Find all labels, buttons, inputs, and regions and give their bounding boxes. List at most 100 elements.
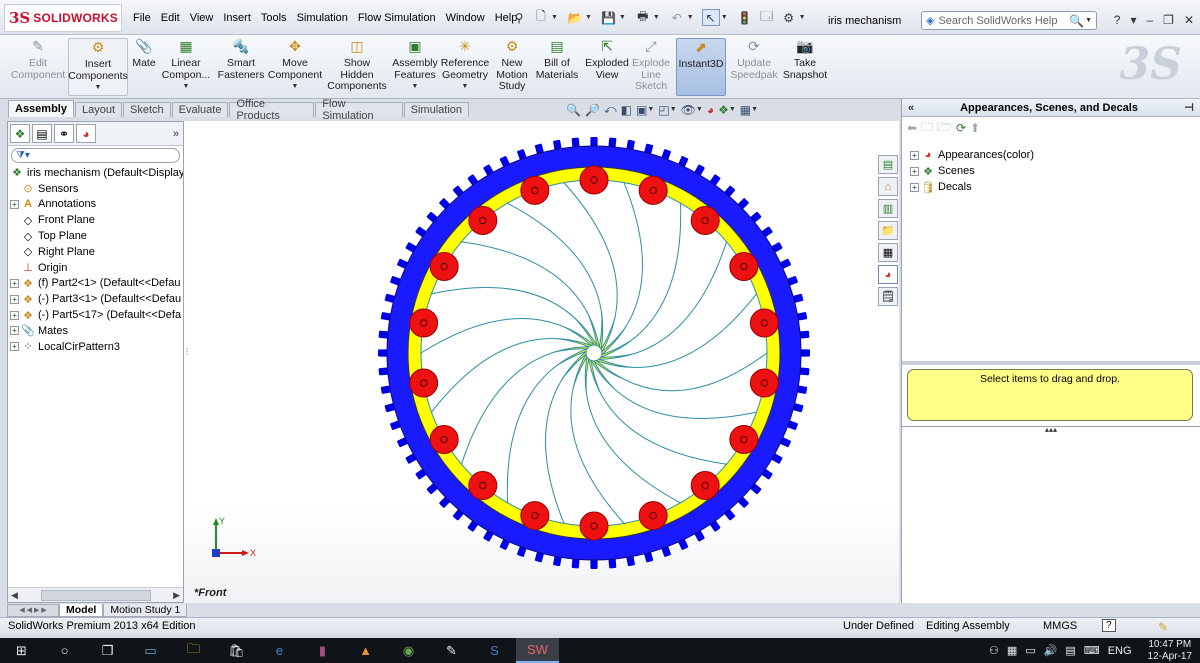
keyboard-icon[interactable]: ⌨ (1084, 644, 1100, 657)
new-motion-study-button[interactable]: ⚙ New Motion Study (494, 38, 530, 96)
expand-icon[interactable]: + (10, 278, 19, 288)
close-icon[interactable]: ✕ (1184, 13, 1194, 27)
drag-drop-area[interactable]: Select items to drag and drop. (907, 369, 1193, 421)
quick-tips-button[interactable]: ? (1102, 619, 1116, 632)
chevron-down-icon[interactable]: ▼ (799, 14, 806, 21)
expand-icon[interactable]: + (10, 342, 19, 352)
solidworks-taskbar-icon[interactable]: SW (516, 638, 559, 663)
tree-item-origin[interactable]: ⊥ Origin (10, 260, 183, 276)
display-manager-tab-icon[interactable]: ◕ (76, 124, 96, 143)
vlc-icon[interactable]: ▲ (344, 638, 387, 663)
tab-assembly[interactable]: Assembly (8, 100, 74, 117)
pin-icon[interactable]: ⚲ (510, 9, 528, 26)
chevron-down-icon[interactable]: ▼ (462, 81, 469, 93)
chevron-down-icon[interactable]: ▼ (1085, 17, 1092, 24)
more-tabs-icon[interactable]: » (173, 128, 179, 140)
tab-motion-study-1[interactable]: Motion Study 1 (103, 603, 188, 617)
tree-item-appearances[interactable]: + ◕ Appearances(color) (910, 147, 1200, 163)
tree-item-top-plane[interactable]: ◇ Top Plane (10, 228, 183, 244)
media-app-icon[interactable]: ▮ (301, 638, 344, 663)
appearances-tab-icon[interactable]: ◕ (878, 265, 898, 284)
tab-evaluate[interactable]: Evaluate (171, 102, 229, 117)
menu-edit[interactable]: Edit (156, 10, 185, 26)
iris-mechanism-model[interactable] (184, 121, 899, 603)
configuration-manager-tab-icon[interactable]: ⚭ (54, 124, 74, 143)
tree-item-front-plane[interactable]: ◇ Front Plane (10, 212, 183, 228)
file-properties-icon[interactable]: 🗔 (758, 9, 776, 26)
chevron-down-icon[interactable]: ▼ (647, 106, 654, 113)
design-library-icon[interactable]: ▥ (878, 199, 898, 218)
file-explorer-icon[interactable]: 📁 (878, 221, 898, 240)
chrome-icon[interactable]: ◉ (387, 638, 430, 663)
refresh-icon[interactable]: ⟳ (956, 121, 966, 135)
mate-button[interactable]: 📎 Mate (130, 38, 158, 96)
assembly-features-button[interactable]: ▣ Assembly Features ▼ (392, 38, 438, 96)
solidworks-logo[interactable]: 3S SOLIDWORKS (4, 4, 122, 32)
clock[interactable]: 10:47 PM 12-Apr-17 (1148, 639, 1192, 663)
file-explorer-icon[interactable]: 🗀 (172, 638, 215, 663)
apply-scene-icon[interactable]: ❖ (718, 103, 729, 117)
select-cursor-icon[interactable]: ↖ (701, 9, 720, 26)
zoom-to-fit-icon[interactable]: 🔍 (566, 103, 581, 117)
chevron-down-icon[interactable]: ▼ (412, 81, 419, 93)
chevron-down-icon[interactable]: ▼ (721, 14, 728, 21)
tree-item-part2[interactable]: + ❖ (f) Part2<1> (Default<<Defau (10, 276, 183, 292)
task-view-icon[interactable]: ❐ (86, 638, 129, 663)
solidworks-resources-icon[interactable]: ▤ (878, 155, 898, 174)
help-icon[interactable]: ? (1114, 13, 1121, 27)
chevron-down-icon[interactable]: ▼ (696, 106, 703, 113)
tab-sketch[interactable]: Sketch (123, 102, 171, 117)
people-icon[interactable]: ⚇ (989, 644, 999, 657)
tree-item-sensors[interactable]: ⊙ Sensors (10, 181, 183, 197)
menu-window[interactable]: Window (441, 10, 490, 26)
tab-flow-simulation[interactable]: Flow Simulation (315, 98, 403, 122)
tablet-app-icon[interactable]: ▭ (129, 638, 172, 663)
options-icon[interactable]: ⚙ (780, 9, 798, 26)
notification-icon[interactable]: ▤ (1065, 644, 1075, 657)
linear-component-pattern-button[interactable]: ▦ Linear Compon... ▼ (160, 38, 212, 96)
pin-pane-icon[interactable]: ⊣ (1184, 101, 1194, 114)
expand-icon[interactable]: + (910, 182, 919, 192)
restore-icon[interactable]: ❐ (1163, 13, 1174, 27)
chevron-down-icon[interactable]: ▼ (551, 14, 558, 21)
previous-view-icon[interactable]: ⤺ (604, 102, 617, 117)
minimize-icon[interactable]: – (1146, 13, 1153, 27)
language-indicator[interactable]: ENG (1108, 645, 1132, 657)
bill-of-materials-button[interactable]: ▤ Bill of Materials (534, 38, 580, 96)
hide-show-items-icon[interactable]: 👁 (681, 103, 696, 117)
menu-view[interactable]: View (185, 10, 219, 26)
property-manager-tab-icon[interactable]: ▤ (32, 124, 52, 143)
store-icon[interactable]: 🛍 (215, 638, 258, 663)
volume-icon[interactable]: 🔊 (1044, 644, 1058, 657)
network-icon[interactable]: ▦ (1007, 644, 1017, 657)
scroll-thumb[interactable] (40, 589, 151, 601)
add-folder-icon[interactable]: 🗁 (937, 118, 952, 139)
zoom-to-area-icon[interactable]: 🔎 (585, 103, 600, 117)
print-icon[interactable]: 🖶 (634, 9, 652, 26)
view-settings-icon[interactable]: ▦ (740, 103, 751, 117)
tree-item-mates[interactable]: + 📎 Mates (10, 323, 183, 339)
menu-insert[interactable]: Insert (218, 10, 256, 26)
units-selector[interactable]: MMGS (1043, 620, 1077, 632)
rebuild-icon[interactable]: 🚦 (736, 9, 754, 26)
undo-icon[interactable]: ↶ (668, 9, 686, 26)
take-snapshot-button[interactable]: 📷 Take Snapshot (782, 38, 828, 96)
expand-icon[interactable]: + (10, 310, 19, 320)
menu-file[interactable]: File (128, 10, 156, 26)
windows-start-icon[interactable]: ⊞ (0, 638, 43, 663)
open-folder-icon[interactable]: 📂 (566, 9, 584, 26)
tree-item-part5[interactable]: + ❖ (-) Part5<17> (Default<<Defa (10, 307, 183, 323)
tab-office-products[interactable]: Office Products (229, 98, 315, 122)
panel-splitter-handle[interactable]: ⋮ (183, 339, 191, 363)
chevron-down-icon[interactable]: ▼ (619, 14, 626, 21)
chevron-down-icon[interactable]: ▼ (292, 81, 299, 93)
expand-icon[interactable]: + (10, 326, 19, 336)
chevron-down-icon[interactable]: ▼ (183, 81, 190, 93)
explode-line-sketch-button[interactable]: ⤢ Explode Line Sketch (630, 38, 672, 96)
chevron-down-icon[interactable]: ▼ (751, 106, 758, 113)
tab-navigation-arrows[interactable]: ◀ ◀ ▶ ▶ (7, 603, 59, 617)
edit-appearance-icon[interactable]: ◕ (707, 103, 714, 117)
feature-tree-filter[interactable]: ⧩▾ (11, 148, 180, 163)
graphics-area[interactable]: 🔍 🔎 ⤺ ◧ ▣ ▼ ◰ ▼ 👁 ▼ ◕ ❖ ▼ ▦ ▼ Y X *Front (184, 102, 899, 603)
show-hidden-components-button[interactable]: ◫ Show Hidden Components (327, 38, 387, 96)
